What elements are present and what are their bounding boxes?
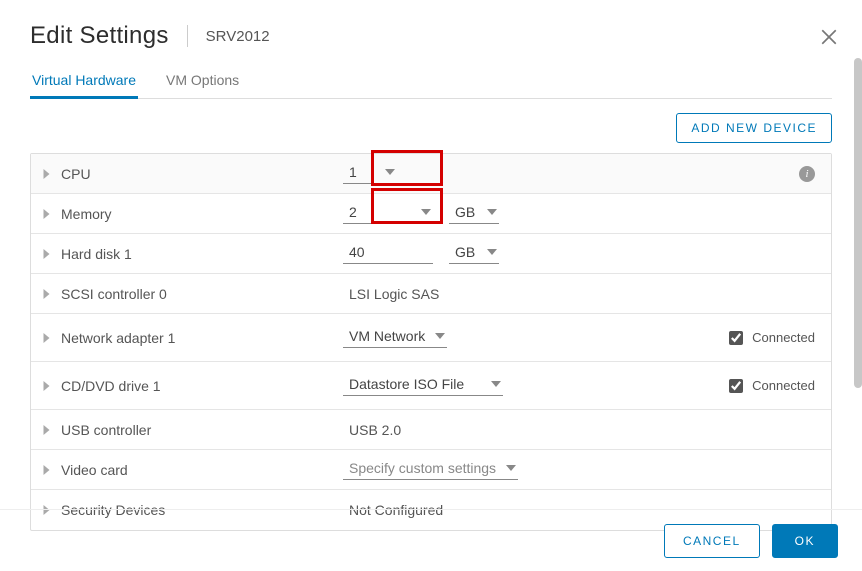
memory-input[interactable]: 2 xyxy=(343,204,433,224)
network-select[interactable]: VM Network xyxy=(343,328,447,348)
harddisk-unit-select[interactable]: GB xyxy=(449,244,499,264)
chevron-right-icon[interactable] xyxy=(43,249,51,259)
scsi-label: SCSI controller 0 xyxy=(61,286,167,302)
video-value: Specify custom settings xyxy=(349,460,496,476)
network-connected-label: Connected xyxy=(752,330,815,345)
row-video: Video card Specify custom settings xyxy=(31,450,831,490)
memory-unit: GB xyxy=(455,204,475,220)
cddvd-connected-checkbox[interactable] xyxy=(729,379,743,393)
close-icon[interactable] xyxy=(820,28,840,48)
cpu-label: CPU xyxy=(61,166,91,182)
usb-value: USB 2.0 xyxy=(343,422,401,438)
chevron-down-icon xyxy=(385,169,395,175)
ok-button[interactable]: OK xyxy=(772,524,838,558)
memory-value: 2 xyxy=(349,204,357,220)
cpu-select[interactable]: 1 xyxy=(343,164,397,184)
harddisk-label: Hard disk 1 xyxy=(61,246,132,262)
chevron-down-icon xyxy=(435,333,445,339)
network-connected-checkbox[interactable] xyxy=(729,331,743,345)
memory-label: Memory xyxy=(61,206,112,222)
video-label: Video card xyxy=(61,462,128,478)
chevron-right-icon[interactable] xyxy=(43,425,51,435)
row-usb: USB controller USB 2.0 xyxy=(31,410,831,450)
row-memory: Memory 2 GB xyxy=(31,194,831,234)
chevron-down-icon xyxy=(487,249,497,255)
cpu-value: 1 xyxy=(349,164,357,180)
row-harddisk: Hard disk 1 40 GB xyxy=(31,234,831,274)
chevron-right-icon[interactable] xyxy=(43,465,51,475)
chevron-down-icon xyxy=(421,209,431,215)
add-new-device-button[interactable]: ADD NEW DEVICE xyxy=(676,113,832,143)
memory-unit-select[interactable]: GB xyxy=(449,204,499,224)
row-network: Network adapter 1 VM Network Connected xyxy=(31,314,831,362)
chevron-right-icon[interactable] xyxy=(43,209,51,219)
row-scsi: SCSI controller 0 LSI Logic SAS xyxy=(31,274,831,314)
chevron-right-icon[interactable] xyxy=(43,289,51,299)
chevron-down-icon xyxy=(491,381,501,387)
chevron-right-icon[interactable] xyxy=(43,333,51,343)
network-label: Network adapter 1 xyxy=(61,330,175,346)
harddisk-value: 40 xyxy=(349,244,365,260)
scrollbar[interactable] xyxy=(854,58,862,388)
usb-label: USB controller xyxy=(61,422,151,438)
dialog-footer: CANCEL OK xyxy=(0,509,862,571)
harddisk-unit: GB xyxy=(455,244,475,260)
info-icon[interactable]: i xyxy=(799,166,815,182)
hardware-table: CPU 1 i Memory 2 xyxy=(30,153,832,531)
cddvd-connected-label: Connected xyxy=(752,378,815,393)
video-select[interactable]: Specify custom settings xyxy=(343,460,518,480)
tab-vm-options[interactable]: VM Options xyxy=(164,72,241,98)
cddvd-select[interactable]: Datastore ISO File xyxy=(343,376,503,396)
vm-name: SRV2012 xyxy=(206,28,270,45)
cddvd-value: Datastore ISO File xyxy=(349,376,464,392)
chevron-right-icon[interactable] xyxy=(43,169,51,179)
divider xyxy=(187,25,188,47)
row-cpu: CPU 1 i xyxy=(31,154,831,194)
chevron-down-icon xyxy=(487,209,497,215)
row-cddvd: CD/DVD drive 1 Datastore ISO File Connec… xyxy=(31,362,831,410)
tab-virtual-hardware[interactable]: Virtual Hardware xyxy=(30,72,138,99)
dialog-title: Edit Settings xyxy=(30,22,169,50)
chevron-right-icon[interactable] xyxy=(43,381,51,391)
cddvd-label: CD/DVD drive 1 xyxy=(61,378,161,394)
cancel-button[interactable]: CANCEL xyxy=(664,524,760,558)
harddisk-input[interactable]: 40 xyxy=(343,244,433,264)
scsi-value: LSI Logic SAS xyxy=(343,286,439,302)
chevron-down-icon xyxy=(506,465,516,471)
network-value: VM Network xyxy=(349,328,425,344)
